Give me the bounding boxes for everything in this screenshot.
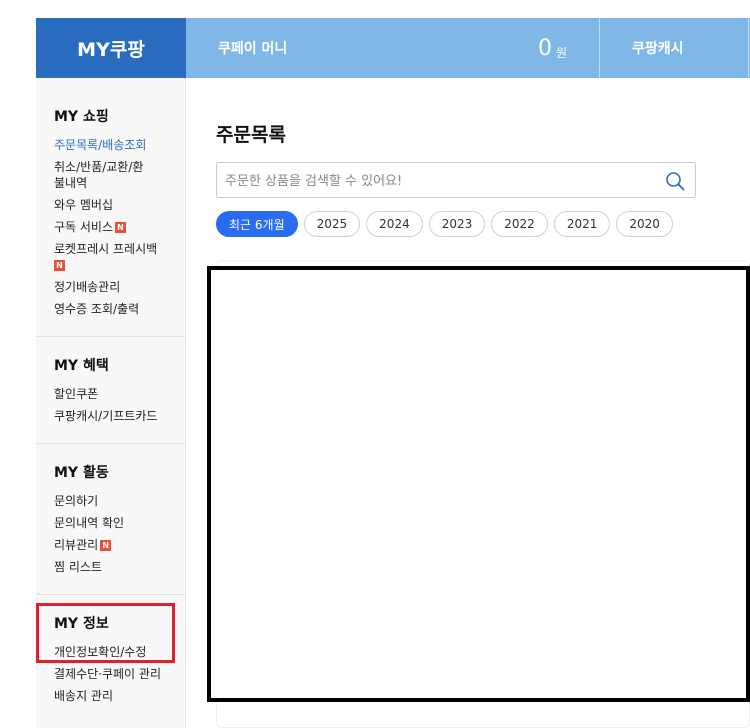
sidebar-item-cash-giftcard[interactable]: 쿠팡캐시/기프트카드 <box>54 408 182 424</box>
sidebar-item-payment[interactable]: 결제수단·쿠페이 관리 <box>54 666 182 682</box>
coupay-money-balance[interactable]: 0 원 <box>538 18 567 78</box>
coupay-money-link[interactable]: 쿠페이 머니 <box>218 18 287 78</box>
sidebar-item-coupons[interactable]: 할인쿠폰 <box>54 386 182 402</box>
search-input[interactable] <box>225 171 645 191</box>
sidebar-item-regular-delivery[interactable]: 정기배송관리 <box>54 279 182 295</box>
sidebar-item-inquiry[interactable]: 문의하기 <box>54 493 182 509</box>
brand-logo[interactable]: MY쿠팡 <box>36 18 186 78</box>
sidebar-item-receipts[interactable]: 영수증 조회/출력 <box>54 301 182 317</box>
chip-year-2025[interactable]: 2025 <box>303 211 361 237</box>
section-divider <box>36 336 186 337</box>
money-unit: 원 <box>556 45 568 60</box>
page-title: 주문목록 <box>216 124 286 146</box>
new-badge: N <box>54 260 65 271</box>
chip-year-2021[interactable]: 2021 <box>553 211 611 237</box>
sidebar-item-label: 로켓프레시 프레시백 <box>54 242 158 256</box>
section-divider <box>36 594 186 595</box>
search-icon[interactable] <box>665 171 685 191</box>
order-search-box <box>216 162 696 198</box>
highlight-box <box>36 603 175 663</box>
sidebar-item-inquiry-history[interactable]: 문의내역 확인 <box>54 515 182 531</box>
section-title-shopping: MY 쇼핑 <box>54 109 109 125</box>
chip-year-2024[interactable]: 2024 <box>366 211 423 237</box>
redacted-area <box>207 266 750 702</box>
coupang-cash-link[interactable]: 쿠팡캐시 <box>632 18 684 78</box>
sidebar-item-orders[interactable]: 주문목록/배송조회 <box>54 137 182 153</box>
sidebar-item-wow-membership[interactable]: 와우 멤버십 <box>54 197 182 213</box>
sidebar-item-cancel-return[interactable]: 취소/반품/교환/환불내역 <box>54 159 144 191</box>
chip-year-2022[interactable]: 2022 <box>491 211 548 237</box>
sidebar-item-address[interactable]: 배송지 관리 <box>54 688 182 704</box>
period-filter: 최근 6개월 2025 2024 2023 2022 2021 2020 <box>216 211 673 237</box>
header-divider <box>748 18 749 78</box>
sidebar-item-fresh-bag[interactable]: 로켓프레시 프레시백 N <box>54 241 182 273</box>
money-amount: 0 <box>538 35 552 61</box>
chip-year-2023[interactable]: 2023 <box>428 211 486 237</box>
sidebar-item-label: 리뷰관리 <box>54 538 99 552</box>
section-title-benefits: MY 혜택 <box>54 358 109 374</box>
new-badge: N <box>100 540 112 551</box>
sidebar-item-reviews[interactable]: 리뷰관리 N <box>54 537 182 553</box>
sidebar-item-label: 구독 서비스 <box>54 220 114 234</box>
sidebar-item-wishlist[interactable]: 찜 리스트 <box>54 559 182 575</box>
new-badge: N <box>115 222 127 233</box>
chip-recent-6-months[interactable]: 최근 6개월 <box>216 211 298 237</box>
header-divider <box>599 18 600 78</box>
chip-year-2020[interactable]: 2020 <box>616 211 673 237</box>
sidebar-item-subscription[interactable]: 구독 서비스 N <box>54 219 182 235</box>
top-header: MY쿠팡 쿠페이 머니 0 원 쿠팡캐시 <box>36 18 750 78</box>
section-title-activity: MY 활동 <box>54 465 109 481</box>
section-divider <box>36 443 186 444</box>
